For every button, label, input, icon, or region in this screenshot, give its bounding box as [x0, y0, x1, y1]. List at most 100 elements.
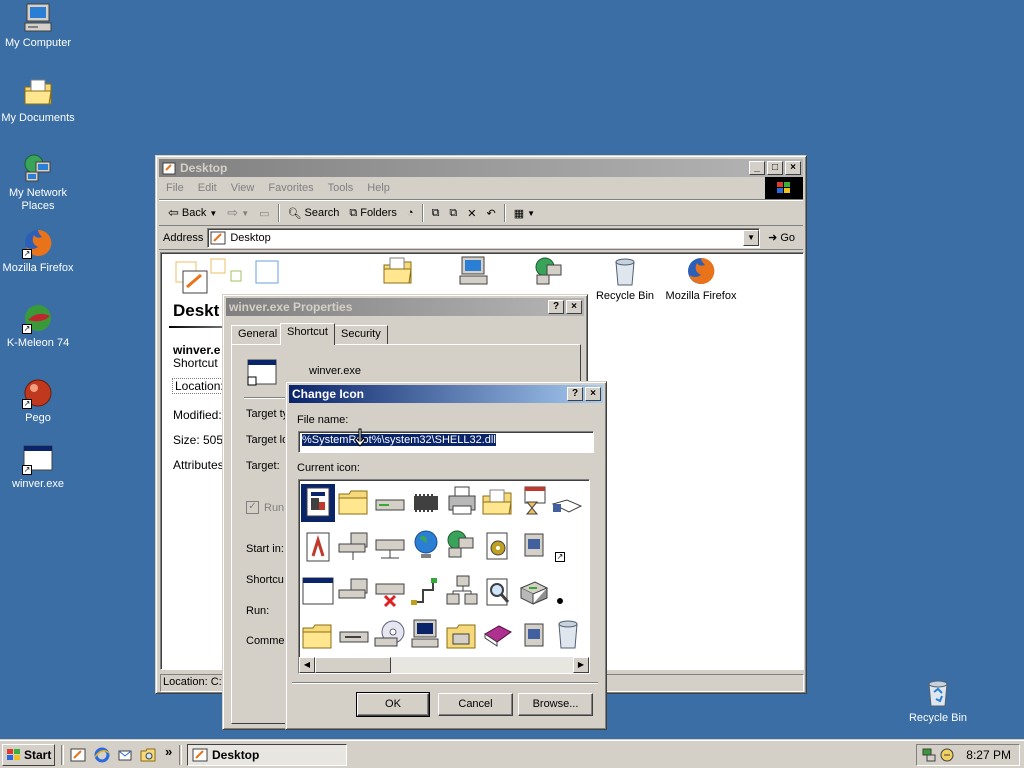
quick-launch-ie[interactable] [94, 747, 112, 763]
copy-to-button[interactable]: ⧉ [444, 202, 462, 224]
menu-edit[interactable]: Edit [191, 182, 224, 194]
menu-file[interactable]: File [159, 182, 191, 194]
address-combobox[interactable]: Desktop ▼ [207, 227, 761, 248]
desktop-icon-recycle-bin[interactable]: Recycle Bin [900, 677, 976, 725]
menu-favorites[interactable]: Favorites [261, 182, 320, 194]
folder-icon[interactable] [337, 486, 371, 520]
printer-icon[interactable] [445, 484, 479, 518]
up-folder-button[interactable]: ▭ [254, 202, 274, 224]
drive-icon[interactable] [373, 486, 407, 520]
gear-document-icon[interactable] [481, 530, 515, 564]
run-separate-checkbox[interactable]: ✓ [246, 501, 259, 514]
taskbar-button-desktop[interactable]: Desktop [187, 744, 347, 766]
change-icon-titlebar[interactable]: Change Icon ? × [289, 385, 603, 403]
views-button[interactable]: ▦ ▼ [509, 202, 540, 224]
globe-icon[interactable] [409, 528, 443, 562]
open-folder-icon[interactable] [481, 486, 515, 520]
address-dropdown-button[interactable]: ▼ [743, 229, 760, 246]
volume-tray-icon[interactable] [939, 747, 955, 763]
tab-shortcut[interactable]: Shortcut [280, 323, 335, 345]
forward-button[interactable]: ⇨ ▼ [222, 202, 254, 224]
desktop-icon-label: My Computer [4, 37, 72, 49]
scroll-left-button[interactable]: ◀ [299, 657, 315, 673]
menu-help[interactable]: Help [360, 182, 397, 194]
browse-button[interactable]: Browse... [518, 693, 593, 716]
scroll-right-button[interactable]: ▶ [573, 657, 589, 673]
cd-drive-icon[interactable] [373, 618, 407, 652]
start-button[interactable]: Start [2, 744, 55, 766]
horizontal-scrollbar[interactable]: ◀ ▶ [299, 657, 589, 673]
clock[interactable]: 8:27 PM [966, 748, 1011, 762]
quick-launch-explorer[interactable] [140, 747, 158, 763]
menu-view[interactable]: View [224, 182, 262, 194]
quick-launch-chevron[interactable]: » [165, 744, 172, 759]
network-globe-icon[interactable] [445, 528, 479, 562]
closed-folder-icon[interactable] [301, 620, 335, 654]
desktop-icon-firefox[interactable]: ↗ Mozilla Firefox [0, 227, 76, 275]
application-window-icon[interactable] [517, 530, 551, 564]
file-item-my-documents[interactable] [381, 255, 417, 289]
network-drive-icon[interactable] [373, 530, 407, 564]
properties-titlebar[interactable]: winver.exe Properties ? × [226, 298, 584, 316]
minimize-button[interactable]: _ [749, 161, 765, 175]
undo-button[interactable]: ↶ [482, 202, 501, 224]
clock-overlay-icon [555, 596, 565, 606]
floppy-drive-icon[interactable] [337, 620, 371, 654]
search-button[interactable]: 🔍︎ Search [283, 202, 345, 224]
selected-icon-cell[interactable] [300, 483, 336, 523]
back-button[interactable]: ⇦ Back ▼ [163, 202, 222, 224]
file-name-input[interactable]: %SystemRoot%\system32\SHELL32.dll [298, 431, 594, 453]
close-button[interactable]: × [585, 387, 601, 401]
close-button[interactable]: × [566, 300, 582, 314]
hand-icon[interactable] [551, 486, 585, 520]
shared-computer-icon[interactable] [337, 576, 371, 610]
tab-security[interactable]: Security [334, 325, 388, 345]
desktop-icon-kmeleon[interactable]: ↗ K-Meleon 74 [0, 302, 76, 350]
desktop-icon-network-places[interactable]: My Network Places [0, 152, 76, 213]
hourglass-window-icon[interactable] [517, 484, 551, 518]
document-font-icon[interactable] [301, 530, 335, 564]
scroll-thumb[interactable] [315, 657, 391, 673]
shortcut-key-label: Shortcu [246, 574, 284, 586]
network-computer-icon[interactable] [337, 530, 371, 564]
file-item-network-places[interactable] [533, 255, 569, 289]
recycle-bin-icon[interactable] [551, 618, 585, 652]
undo-icon: ↶ [486, 207, 496, 220]
quick-launch-outlook[interactable] [117, 747, 135, 763]
menu-tools[interactable]: Tools [321, 182, 361, 194]
help-button[interactable]: ? [567, 387, 583, 401]
network-tray-icon[interactable] [921, 747, 937, 763]
blank-window-icon[interactable] [301, 574, 335, 608]
icon-list[interactable]: ↗ ◀ ▶ [298, 479, 590, 674]
desktop-icon-my-computer[interactable]: My Computer [0, 2, 76, 50]
quick-launch-show-desktop[interactable] [70, 747, 88, 763]
network-connector-icon[interactable] [409, 576, 443, 610]
find-document-icon[interactable] [481, 576, 515, 610]
history-button[interactable]: ◔ [402, 202, 419, 224]
move-to-button[interactable]: ⧉ [427, 202, 445, 224]
desktop-icon-pego[interactable]: ↗ Pego [0, 377, 76, 425]
tab-general[interactable]: General [231, 325, 285, 345]
file-item-my-computer[interactable] [457, 255, 493, 289]
explorer-titlebar[interactable]: Desktop _ □ × [159, 159, 803, 177]
window-app-icon[interactable] [517, 620, 551, 654]
close-button[interactable]: × [785, 161, 801, 175]
disconnected-drive-icon[interactable] [373, 576, 407, 610]
book-icon[interactable] [481, 620, 515, 654]
chip-icon[interactable] [409, 486, 443, 520]
go-button[interactable]: ➜ Go [768, 231, 795, 245]
maximize-button[interactable]: □ [767, 161, 783, 175]
desktop-icon-winver[interactable]: ↗ winver.exe [0, 443, 76, 491]
delete-button[interactable]: ✕ [462, 202, 481, 224]
cancel-button[interactable]: Cancel [438, 693, 513, 716]
desktop-computer-icon[interactable] [409, 618, 443, 652]
folders-button[interactable]: ⧉ Folders [344, 202, 402, 224]
help-button[interactable]: ? [548, 300, 564, 314]
ok-button[interactable]: OK [356, 692, 430, 717]
file-item-recycle-bin[interactable]: Recycle Bin [585, 255, 665, 302]
network-computers-icon[interactable] [445, 574, 479, 608]
file-item-firefox[interactable]: Mozilla Firefox [659, 255, 743, 302]
desktop-icon-my-documents[interactable]: My Documents [0, 77, 76, 125]
run-program-icon[interactable] [517, 576, 551, 610]
control-panel-folder-icon[interactable] [445, 620, 479, 654]
